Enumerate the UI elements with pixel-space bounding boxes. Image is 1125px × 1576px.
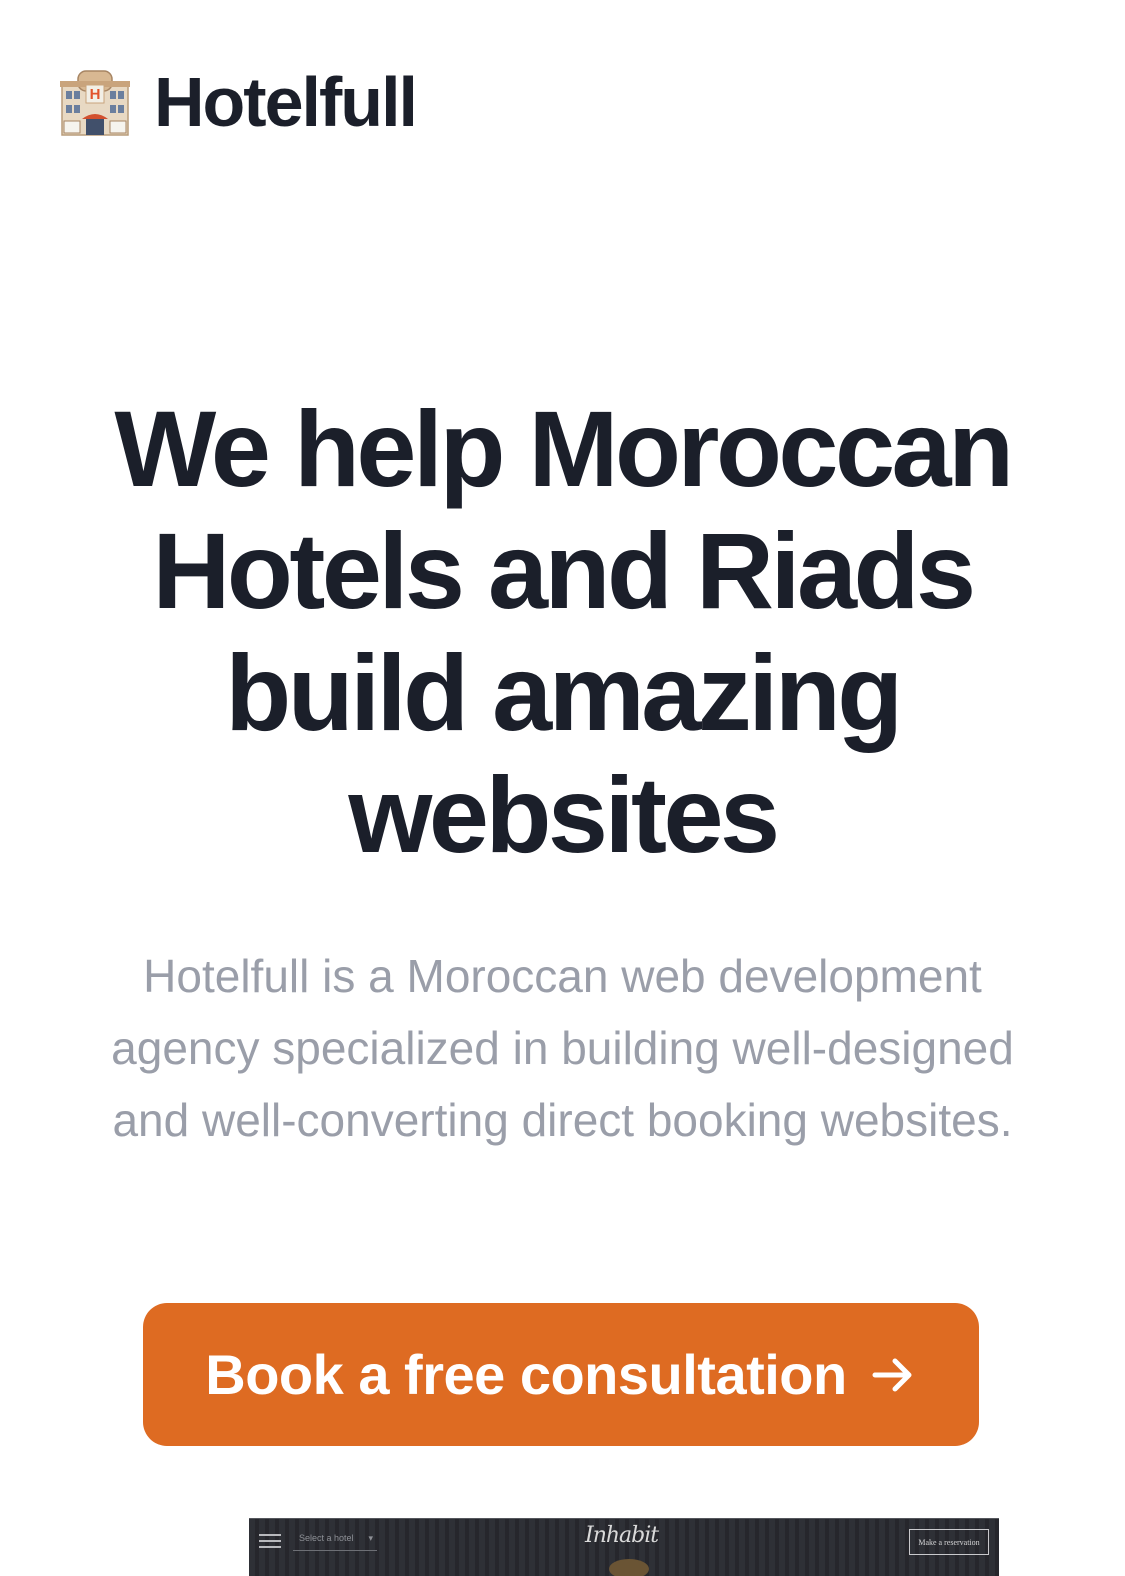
preview-hotel-select: Select a hotel ▾ [293,1525,377,1551]
hero-subtitle: Hotelfull is a Moroccan web development … [111,950,1014,1146]
chevron-down-icon: ▾ [368,1533,373,1543]
book-consultation-button[interactable]: Book a free consultation [143,1303,979,1446]
preview-site-logo: Inhabit [585,1523,659,1548]
arrow-right-icon [872,1358,912,1391]
svg-text:H: H [90,86,101,103]
hotel-building-icon: H [60,70,130,136]
book-consultation-label: Book a free consultation [205,1343,847,1406]
site-header: H Hotelfull [58,62,418,142]
hamburger-menu-icon [259,1534,281,1548]
brand-name[interactable]: Hotelfull [154,62,418,142]
preview-lamp-shape [609,1559,649,1576]
website-preview-image: Select a hotel ▾ Inhabit Make a reservat… [249,1518,999,1576]
preview-select-placeholder: Select a hotel [299,1533,354,1543]
hero-title: We help Moroccan Hotels and Riads build … [114,388,1014,875]
preview-reservation-button: Make a reservation [909,1529,989,1555]
